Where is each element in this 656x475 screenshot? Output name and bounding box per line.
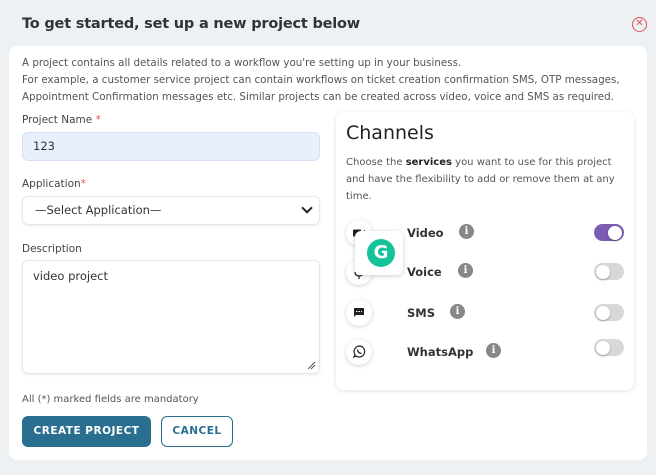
required-marker: * <box>80 178 86 190</box>
grammarly-widget[interactable]: G <box>355 231 403 275</box>
description-textarea[interactable]: video project <box>22 260 320 374</box>
cancel-button[interactable]: CANCEL <box>161 416 233 447</box>
info-icon[interactable]: i <box>450 304 465 319</box>
channels-desc-prefix: Choose the <box>346 157 406 168</box>
channel-label: Video <box>407 226 444 240</box>
video-toggle[interactable] <box>594 224 624 241</box>
channels-description: Choose the services you want to use for … <box>346 154 621 205</box>
mandatory-note: All (*) marked fields are mandatory <box>22 394 199 405</box>
project-name-label-text: Project Name <box>22 114 93 126</box>
channel-label: Voice <box>407 265 442 279</box>
whatsapp-toggle[interactable] <box>594 339 624 356</box>
create-project-button[interactable]: CREATE PROJECT <box>22 416 151 447</box>
required-marker: * <box>95 114 101 126</box>
modal-title: To get started, set up a new project bel… <box>22 16 361 32</box>
channel-label: SMS <box>407 306 436 320</box>
intro-line: A project contains all details related t… <box>22 57 462 69</box>
grammarly-icon[interactable]: G <box>367 239 395 267</box>
channel-row-sms: SMS i <box>346 300 624 328</box>
toggle-knob <box>608 225 622 240</box>
intro-text: A project contains all details related t… <box>22 55 637 106</box>
channels-title: Channels <box>346 122 434 144</box>
intro-line: For example, a customer service project … <box>22 74 620 86</box>
message-icon <box>346 300 372 326</box>
channel-row-whatsapp: WhatsApp i <box>346 339 624 367</box>
info-icon[interactable]: i <box>459 224 474 239</box>
modal-body: A project contains all details related t… <box>9 46 647 460</box>
description-value: video project <box>33 269 108 283</box>
application-select-value: —Select Application— <box>35 203 162 217</box>
close-circle-icon[interactable]: ✕ <box>632 17 647 32</box>
application-label-text: Application <box>22 178 81 190</box>
description-label: Description <box>22 243 82 255</box>
modal-header: To get started, set up a new project bel… <box>0 0 656 46</box>
voice-toggle[interactable] <box>594 263 624 280</box>
intro-line: Appointment Confirmation messages etc. S… <box>22 91 614 103</box>
project-name-label: Project Name * <box>22 114 101 126</box>
project-name-input[interactable]: 123 <box>22 132 320 161</box>
channels-desc-bold: services <box>405 157 452 168</box>
info-icon[interactable]: i <box>486 343 501 358</box>
application-label: Application* <box>22 178 86 190</box>
info-icon[interactable]: i <box>458 263 473 278</box>
application-select[interactable]: —Select Application— <box>22 196 320 225</box>
channel-label: WhatsApp <box>407 345 474 359</box>
toggle-knob <box>596 340 610 355</box>
chevron-down-icon <box>301 202 313 214</box>
sms-toggle[interactable] <box>594 304 624 321</box>
toggle-knob <box>596 305 610 320</box>
whatsapp-icon <box>346 339 372 365</box>
resize-handle-icon[interactable] <box>307 361 316 370</box>
toggle-knob <box>596 264 610 279</box>
